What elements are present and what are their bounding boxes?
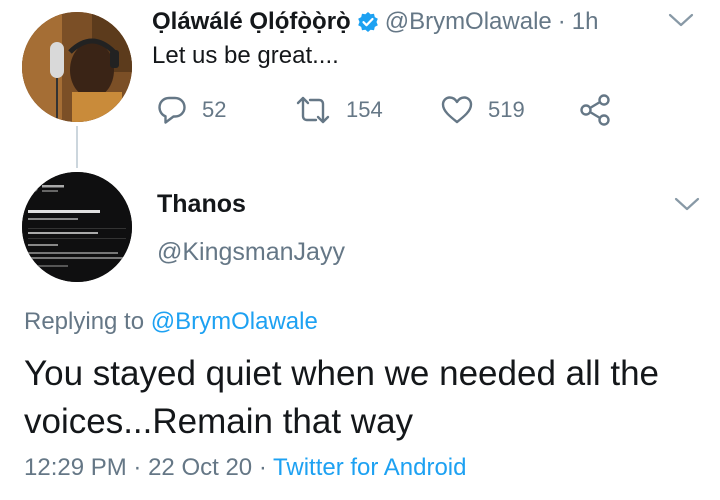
avatar-kingsmanjayy[interactable] [22, 172, 132, 282]
tweet-time[interactable]: 1h [572, 8, 599, 36]
avatar-brymolawale[interactable] [22, 12, 132, 122]
tweet-date[interactable]: 22 Oct 20 [148, 454, 252, 481]
reply-author-handle[interactable]: @KingsmanJayy [157, 238, 345, 267]
tweet-header: Ọláwálé Ọlọ́fọ̀ọ̀rọ̀ @BrymOlawale · 1h [152, 6, 598, 38]
author-handle[interactable]: @BrymOlawale [385, 8, 552, 36]
like-count: 519 [488, 97, 525, 122]
thread-connector-line [76, 126, 78, 168]
replying-to-mention[interactable]: @BrymOlawale [151, 308, 318, 335]
reply-count: 52 [202, 97, 227, 122]
replying-to: Replying to @BrymOlawale [24, 308, 318, 336]
tweet-timestamp[interactable]: 12:29 PM [24, 454, 127, 481]
tweet-source[interactable]: Twitter for Android [273, 454, 466, 481]
separator-dot: · [258, 454, 267, 481]
heart-icon [441, 96, 473, 124]
like-button[interactable]: 519 [440, 93, 525, 127]
verified-badge-icon [357, 11, 379, 33]
replying-to-label: Replying to [24, 308, 145, 335]
retweet-count: 154 [346, 97, 383, 122]
reply-author-name[interactable]: Thanos [157, 190, 246, 219]
author-name[interactable]: Ọláwálé Ọlọ́fọ̀ọ̀rọ̀ [152, 8, 351, 36]
reply-text: You stayed quiet when we needed all the … [24, 354, 660, 441]
chevron-down-icon[interactable] [668, 12, 694, 28]
tweet-meta: 12:29 PM · 22 Oct 20 · Twitter for Andro… [24, 454, 466, 482]
reply-button[interactable]: 52 [156, 93, 226, 127]
reply-icon [158, 96, 186, 124]
share-button[interactable] [578, 93, 612, 127]
retweet-icon [296, 96, 330, 124]
chevron-down-icon[interactable] [674, 196, 700, 212]
retweet-button[interactable]: 154 [294, 93, 383, 127]
separator-dot: · [133, 454, 142, 481]
tweet-text: Let us be great.... [152, 42, 339, 69]
separator-dot: · [557, 8, 566, 35]
share-icon [580, 94, 610, 126]
